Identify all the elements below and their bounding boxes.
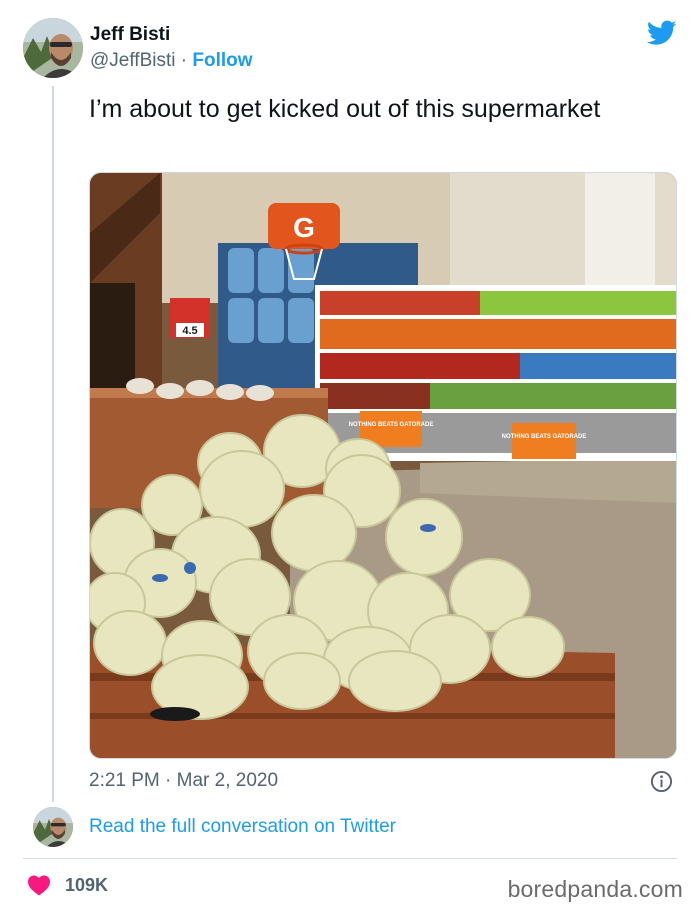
like-action[interactable]: 109K bbox=[27, 873, 108, 897]
author-handle[interactable]: @JeffBisti bbox=[90, 50, 175, 71]
tweet-header: Jeff Bisti @JeffBisti · Follow bbox=[23, 18, 677, 80]
conversation-row: Read the full conversation on Twitter bbox=[33, 807, 653, 849]
like-count: 109K bbox=[65, 874, 109, 895]
heart-icon[interactable] bbox=[27, 874, 51, 896]
sign-left: NOTHING BEATS GATORADE bbox=[349, 422, 434, 428]
divider bbox=[23, 858, 677, 859]
author-block: Jeff Bisti @JeffBisti · Follow bbox=[90, 24, 253, 73]
watermark: boredpanda.com bbox=[507, 876, 683, 902]
tweet-date: Mar 2, 2020 bbox=[176, 770, 279, 791]
author-handle-line: @JeffBisti · Follow bbox=[90, 49, 253, 73]
author-name[interactable]: Jeff Bisti bbox=[90, 24, 253, 46]
tweet-text: I’m about to get kicked out of this supe… bbox=[89, 95, 601, 123]
read-conversation-link[interactable]: Read the full conversation on Twitter bbox=[89, 816, 396, 838]
twitter-bird-icon[interactable] bbox=[647, 20, 677, 46]
info-icon[interactable] bbox=[650, 770, 673, 793]
tweet-timestamp[interactable]: 2:21 PM · Mar 2, 2020 bbox=[89, 769, 278, 793]
date-separator: · bbox=[165, 770, 172, 791]
hoop-letter: G bbox=[293, 212, 315, 243]
tweet-card: Jeff Bisti @JeffBisti · Follow I’m about… bbox=[0, 0, 700, 912]
tweet-time: 2:21 PM bbox=[89, 770, 160, 791]
tweet-photo[interactable]: G NOTHING BEATS GATORADE NOTHING BEATS G… bbox=[89, 172, 677, 759]
price-tag: 4.5 bbox=[182, 325, 197, 337]
follow-button[interactable]: Follow bbox=[192, 50, 252, 71]
thread-line bbox=[52, 86, 54, 802]
sign-right: NOTHING BEATS GATORADE bbox=[502, 434, 587, 440]
mini-avatar bbox=[33, 807, 73, 847]
handle-separator: · bbox=[180, 50, 188, 71]
author-avatar[interactable] bbox=[23, 18, 83, 78]
